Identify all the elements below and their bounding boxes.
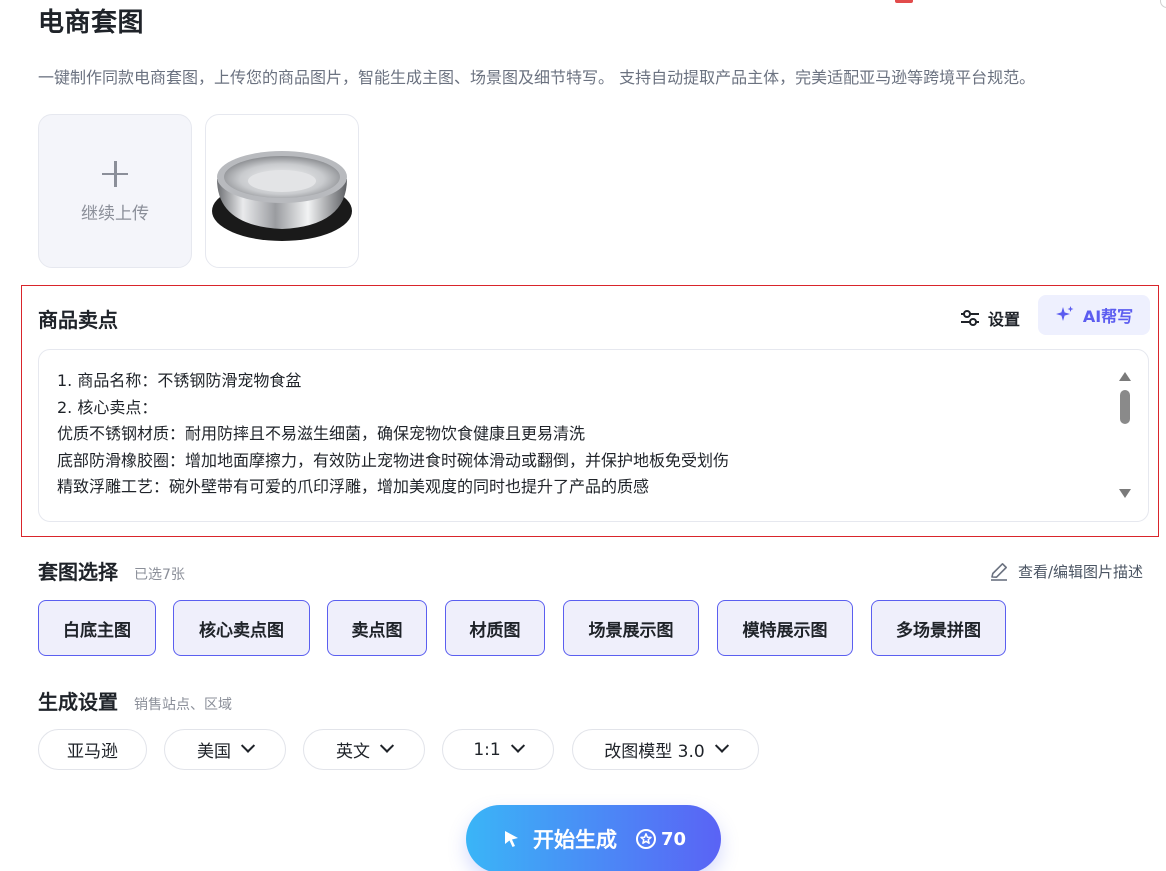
- start-generate-label: 开始生成: [532, 828, 617, 852]
- close-icon[interactable]: [1160, 0, 1166, 8]
- selling-point-line: 底部防滑橡胶圈：增加地面摩擦力，有效防止宠物进食时碗体滑动或翻倒，并保护地板免受…: [57, 450, 730, 470]
- chip-selling-point[interactable]: 卖点图: [327, 600, 427, 656]
- ai-write-button[interactable]: AI帮写: [1038, 295, 1150, 335]
- chevron-down-icon: [510, 738, 525, 753]
- coin-star-icon: [635, 829, 656, 849]
- credit-cost-value: 70: [660, 828, 687, 850]
- selling-points-title: 商品卖点: [38, 308, 118, 332]
- chip-material[interactable]: 材质图: [445, 600, 545, 656]
- pet-bowl-image: [212, 151, 352, 241]
- plus-icon: [100, 159, 130, 189]
- selling-points-textarea[interactable]: 1. 商品名称：不锈钢防滑宠物食盆 2. 核心卖点： 优质不锈钢材质：耐用防摔且…: [38, 349, 1149, 522]
- continue-upload-label: 继续上传: [81, 203, 149, 224]
- generation-settings-header: 生成设置 销售站点、区域: [38, 686, 232, 715]
- scroll-down-arrow-icon[interactable]: [1119, 489, 1131, 498]
- set-selection-header: 套图选择 已选7张: [38, 556, 185, 585]
- top-corner-mark: [895, 0, 913, 3]
- pencil-icon: [991, 563, 1007, 581]
- language-value: 英文: [336, 742, 370, 762]
- chip-multi-scene-collage[interactable]: 多场景拼图: [871, 600, 1006, 656]
- selling-point-line: 精致浮雕工艺：碗外壁带有可爱的爪印浮雕，增加美观度的同时也提升了产品的质感: [57, 477, 650, 496]
- selling-points-text: 1. 商品名称：不锈钢防滑宠物食盆 2. 核心卖点： 优质不锈钢材质：耐用防摔且…: [57, 368, 729, 501]
- generation-settings-hint: 销售站点、区域: [134, 697, 232, 713]
- chevron-down-icon: [379, 738, 395, 753]
- chevron-down-icon: [714, 738, 729, 753]
- selling-point-line: 优质不锈钢材质：耐用防摔且不易滋生细菌，确保宠物饮食健康且更易清洗: [57, 424, 586, 443]
- language-select[interactable]: 英文: [303, 729, 425, 770]
- selling-point-line: 1. 商品名称：不锈钢防滑宠物食盆: [57, 371, 302, 390]
- model-select[interactable]: 改图模型 3.0: [572, 729, 759, 770]
- chip-scene-display[interactable]: 场景展示图: [563, 600, 699, 656]
- cursor-pointer-icon: [504, 831, 518, 847]
- scroll-up-arrow-icon[interactable]: [1119, 372, 1131, 381]
- edit-image-description-link[interactable]: 查看/编辑图片描述: [988, 560, 1143, 582]
- selling-point-line: 2. 核心卖点：: [57, 397, 158, 417]
- settings-label: 设置: [988, 310, 1021, 329]
- uploaded-product-thumbnail[interactable]: [205, 114, 359, 268]
- platform-value: 亚马逊: [67, 742, 118, 762]
- generation-settings-title: 生成设置: [38, 690, 118, 714]
- region-value: 美国: [197, 742, 231, 762]
- credit-cost: 70: [635, 828, 686, 850]
- chip-core-selling-point[interactable]: 核心卖点图: [173, 600, 310, 656]
- page-title: 电商套图: [38, 8, 145, 38]
- chip-white-main[interactable]: 白底主图: [38, 600, 156, 656]
- set-selection-title: 套图选择: [38, 560, 118, 584]
- chevron-down-icon: [240, 738, 256, 753]
- start-generate-button[interactable]: 开始生成 70: [466, 805, 721, 871]
- ai-write-label: AI帮写: [1082, 307, 1134, 326]
- chip-model-display[interactable]: 模特展示图: [717, 600, 853, 656]
- platform-select[interactable]: 亚马逊: [38, 729, 147, 770]
- settings-button[interactable]: 设置: [960, 302, 1020, 334]
- continue-upload-button[interactable]: 继续上传: [38, 114, 192, 268]
- aspect-ratio-select[interactable]: 1:1: [442, 729, 554, 770]
- scroll-thumb[interactable]: [1120, 390, 1130, 424]
- sparkle-icon: [1055, 306, 1074, 321]
- textarea-scrollbar[interactable]: [1118, 372, 1132, 498]
- selected-count: 已选7张: [134, 567, 185, 583]
- page-description: 一键制作同款电商套图，上传您的商品图片，智能生成主图、场景图及细节特写。 支持自…: [38, 68, 1036, 87]
- selling-points-panel: 商品卖点 设置 AI帮写 1. 商品名称：不锈钢防滑宠物食盆 2. 核心卖点： …: [21, 285, 1159, 537]
- model-value: 改图模型 3.0: [604, 742, 705, 762]
- region-select[interactable]: 美国: [164, 729, 286, 770]
- sliders-icon: [961, 310, 979, 326]
- aspect-ratio-value: 1:1: [473, 739, 501, 760]
- edit-image-description-label: 查看/编辑图片描述: [1018, 562, 1144, 581]
